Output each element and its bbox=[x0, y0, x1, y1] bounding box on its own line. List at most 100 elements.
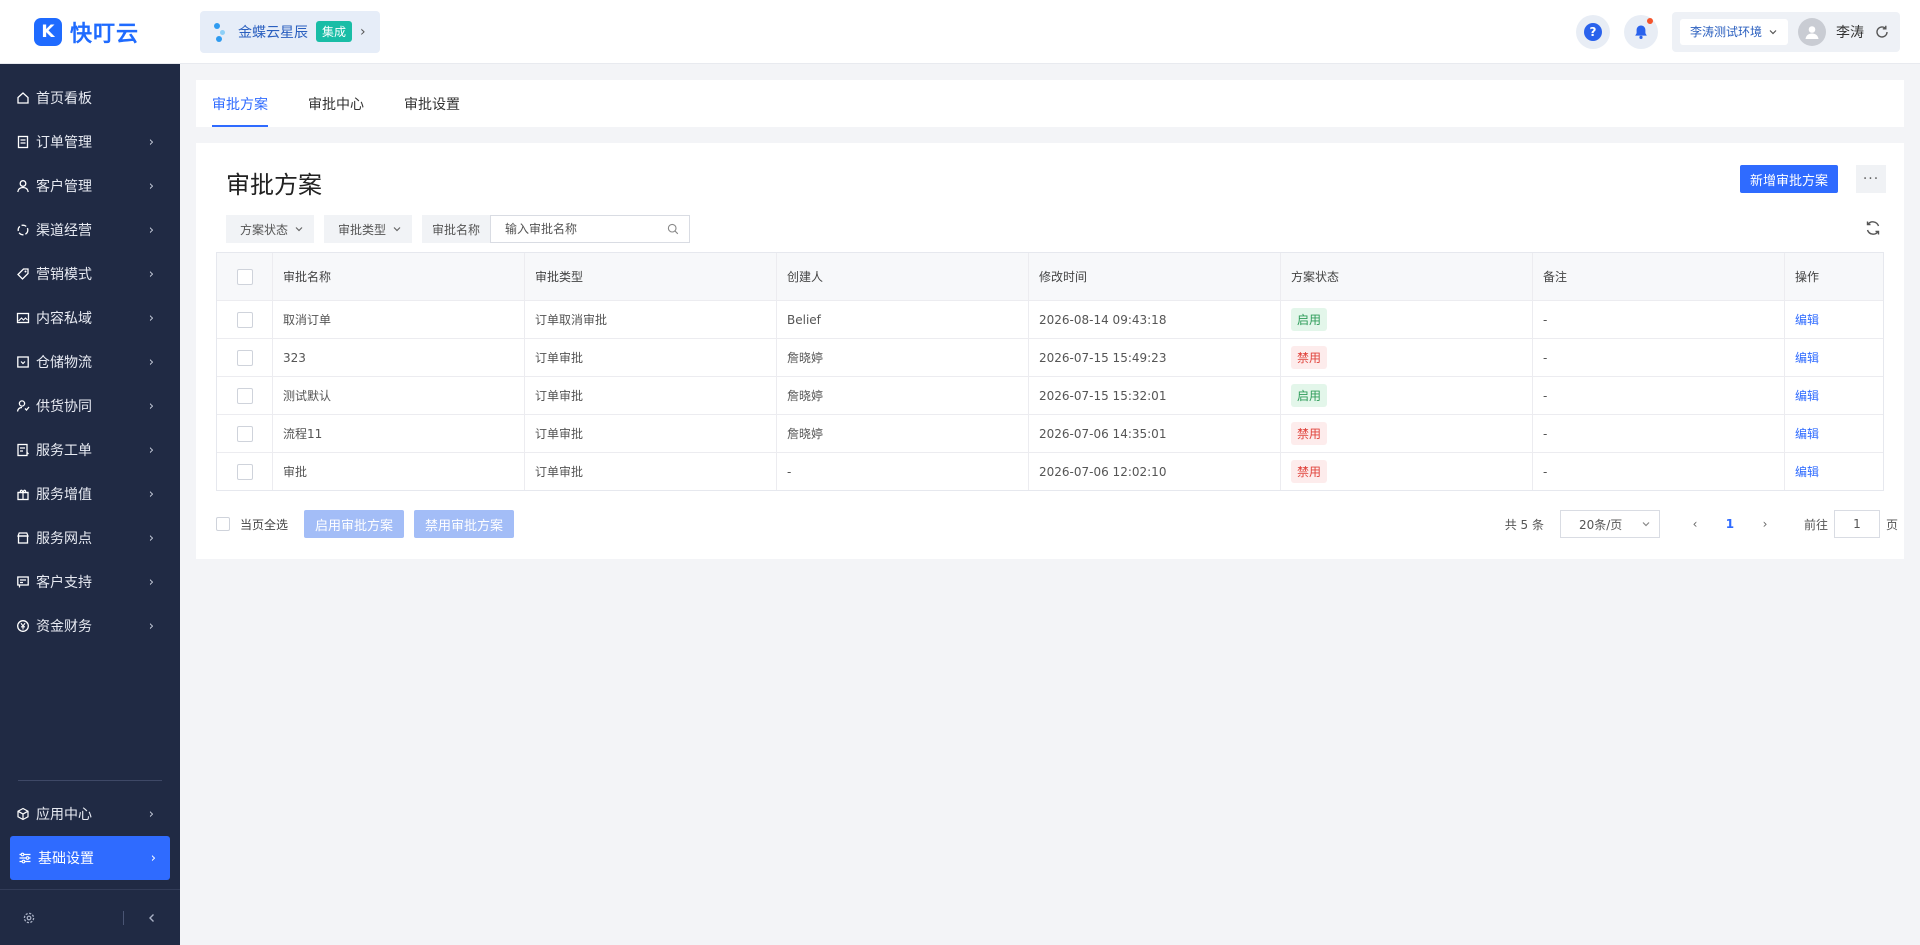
sidebar-item-label: 客户支持 bbox=[36, 575, 92, 591]
row-checkbox[interactable] bbox=[236, 463, 253, 480]
status-badge: 禁用 bbox=[1291, 422, 1328, 445]
chevron-down-icon bbox=[1642, 522, 1650, 527]
chevron-right-icon: › bbox=[148, 178, 154, 194]
refresh-table-icon[interactable] bbox=[1864, 219, 1882, 237]
action-cell: 编辑 bbox=[1785, 453, 1883, 490]
select-page-checkbox[interactable] bbox=[216, 517, 230, 531]
sidebar-item-label: 服务网点 bbox=[36, 531, 92, 547]
tag-icon bbox=[16, 267, 30, 281]
remark: - bbox=[1533, 377, 1785, 414]
edit-link[interactable]: 编辑 bbox=[1795, 387, 1819, 404]
search-input[interactable] bbox=[505, 222, 668, 236]
notification-button[interactable] bbox=[1623, 14, 1658, 49]
status-badge: 启用 bbox=[1291, 308, 1328, 331]
sidebar-item-customer-support[interactable]: 客户支持 › bbox=[0, 560, 180, 604]
tab-approval-settings[interactable]: 审批设置 bbox=[404, 80, 460, 127]
sidebar-item-marketing[interactable]: 营销模式 › bbox=[0, 252, 180, 296]
collapse-sidebar-icon[interactable] bbox=[146, 912, 158, 924]
order-icon bbox=[16, 135, 30, 149]
action-cell: 编辑 bbox=[1785, 415, 1883, 452]
select-all-checkbox[interactable] bbox=[236, 268, 253, 285]
tab-approval-schemes[interactable]: 审批方案 bbox=[212, 80, 268, 127]
channel-icon bbox=[16, 223, 30, 237]
filter-bar: 方案状态 审批类型 审批名称 bbox=[226, 215, 691, 243]
logo[interactable]: K 快叮云 bbox=[0, 0, 180, 64]
status-cell: 启用 bbox=[1281, 301, 1533, 338]
logo-icon: K bbox=[34, 17, 62, 46]
pagination: 共 5 条 20条/页 ‹ 1 › 前往 1 页 bbox=[1505, 510, 1898, 538]
sidebar-item-finance[interactable]: 资金财务 › bbox=[0, 604, 180, 648]
row-checkbox[interactable] bbox=[236, 387, 253, 404]
approval-type: 订单取消审批 bbox=[525, 301, 777, 338]
next-page-button[interactable]: › bbox=[1750, 517, 1780, 531]
user-name[interactable]: 李涛 bbox=[1836, 22, 1864, 42]
row-checkbox[interactable] bbox=[236, 311, 253, 328]
goto-page-input[interactable]: 1 bbox=[1833, 510, 1880, 538]
select-page-label[interactable]: 当页全选 bbox=[240, 516, 288, 533]
environment-label: 李涛测试环境 bbox=[1689, 25, 1762, 39]
logo-text: 快叮云 bbox=[70, 21, 140, 47]
approval-name: 流程11 bbox=[273, 415, 525, 452]
sidebar-item-content[interactable]: 内容私域 › bbox=[0, 296, 180, 340]
sidebar-item-service-outlets[interactable]: 服务网点 › bbox=[0, 516, 180, 560]
page-title: 审批方案 bbox=[226, 171, 322, 199]
edit-link[interactable]: 编辑 bbox=[1795, 425, 1819, 442]
sidebar-item-app-center[interactable]: 应用中心 › bbox=[0, 792, 180, 836]
add-approval-scheme-button[interactable]: 新增审批方案 bbox=[1740, 165, 1839, 193]
action-cell: 编辑 bbox=[1785, 301, 1883, 338]
cube-icon bbox=[16, 807, 30, 821]
row-checkbox[interactable] bbox=[236, 349, 253, 366]
filter-approval-type[interactable]: 审批类型 bbox=[324, 215, 413, 243]
enable-schemes-button[interactable]: 启用审批方案 bbox=[304, 510, 405, 538]
row-checkbox[interactable] bbox=[236, 425, 253, 442]
action-cell: 编辑 bbox=[1785, 339, 1883, 376]
page-size-select[interactable]: 20条/页 bbox=[1559, 510, 1660, 538]
bulk-actions: 当页全选 启用审批方案 禁用审批方案 bbox=[216, 510, 515, 538]
sidebar-item-label: 仓储物流 bbox=[36, 355, 92, 371]
sidebar-item-orders[interactable]: 订单管理 › bbox=[0, 120, 180, 164]
sidebar-item-supply[interactable]: 供货协同 › bbox=[0, 384, 180, 428]
sidebar-item-value-added[interactable]: 服务增值 › bbox=[0, 472, 180, 516]
sidebar-item-label: 服务工单 bbox=[36, 443, 92, 459]
prev-page-button[interactable]: ‹ bbox=[1680, 517, 1710, 531]
gear-icon[interactable] bbox=[22, 911, 36, 925]
tab-approval-center[interactable]: 审批中心 bbox=[308, 80, 364, 127]
column-header: 备注 bbox=[1533, 253, 1785, 300]
sidebar-item-channels[interactable]: 渠道经营 › bbox=[0, 208, 180, 252]
sidebar-item-warehouse[interactable]: 仓储物流 › bbox=[0, 340, 180, 384]
creator: - bbox=[777, 453, 1029, 490]
sidebar-item-label: 供货协同 bbox=[36, 399, 92, 415]
refresh-icon[interactable] bbox=[1874, 24, 1890, 40]
user-icon bbox=[1805, 25, 1819, 39]
image-icon bbox=[16, 311, 30, 325]
sidebar: 首页看板 订单管理 › 客户管理 › 渠道经营 › 营销模式 › 内容私域 › bbox=[0, 64, 180, 945]
status-badge: 禁用 bbox=[1291, 346, 1328, 369]
approval-type: 订单审批 bbox=[525, 377, 777, 414]
ticket-icon bbox=[16, 443, 30, 457]
sidebar-item-service-tickets[interactable]: 服务工单 › bbox=[0, 428, 180, 472]
goto-prefix: 前往 bbox=[1803, 517, 1828, 532]
filter-scheme-status[interactable]: 方案状态 bbox=[226, 215, 315, 243]
sidebar-item-basic-settings[interactable]: 基础设置 › bbox=[10, 836, 170, 880]
avatar[interactable] bbox=[1798, 17, 1826, 46]
sidebar-item-label: 服务增值 bbox=[36, 487, 92, 503]
chevron-down-icon bbox=[295, 227, 303, 232]
sidebar-item-dashboard[interactable]: 首页看板 bbox=[0, 76, 180, 120]
disable-schemes-button[interactable]: 禁用审批方案 bbox=[414, 510, 515, 538]
help-button[interactable]: ? bbox=[1575, 14, 1610, 49]
page-number-current[interactable]: 1 bbox=[1710, 517, 1750, 531]
edit-link[interactable]: 编辑 bbox=[1795, 311, 1819, 328]
status-badge: 禁用 bbox=[1291, 460, 1328, 483]
edit-link[interactable]: 编辑 bbox=[1795, 463, 1819, 480]
edit-link[interactable]: 编辑 bbox=[1795, 349, 1819, 366]
page-size-value: 20条/页 bbox=[1578, 517, 1623, 532]
table-row: 测试默认 订单审批 詹晓婷 2026-07-15 15:32:01 启用 - 编… bbox=[217, 376, 1883, 414]
integration-switcher[interactable]: 金蝶云星辰 集成 › bbox=[200, 10, 380, 53]
more-actions-button[interactable]: ··· bbox=[1856, 165, 1886, 193]
environment-select[interactable]: 李涛测试环境 bbox=[1679, 18, 1788, 45]
status-cell: 禁用 bbox=[1281, 415, 1533, 452]
search-icon[interactable] bbox=[667, 223, 679, 235]
sidebar-item-label: 基础设置 bbox=[38, 851, 94, 867]
chevron-down-icon bbox=[1769, 29, 1777, 34]
sidebar-item-customers[interactable]: 客户管理 › bbox=[0, 164, 180, 208]
